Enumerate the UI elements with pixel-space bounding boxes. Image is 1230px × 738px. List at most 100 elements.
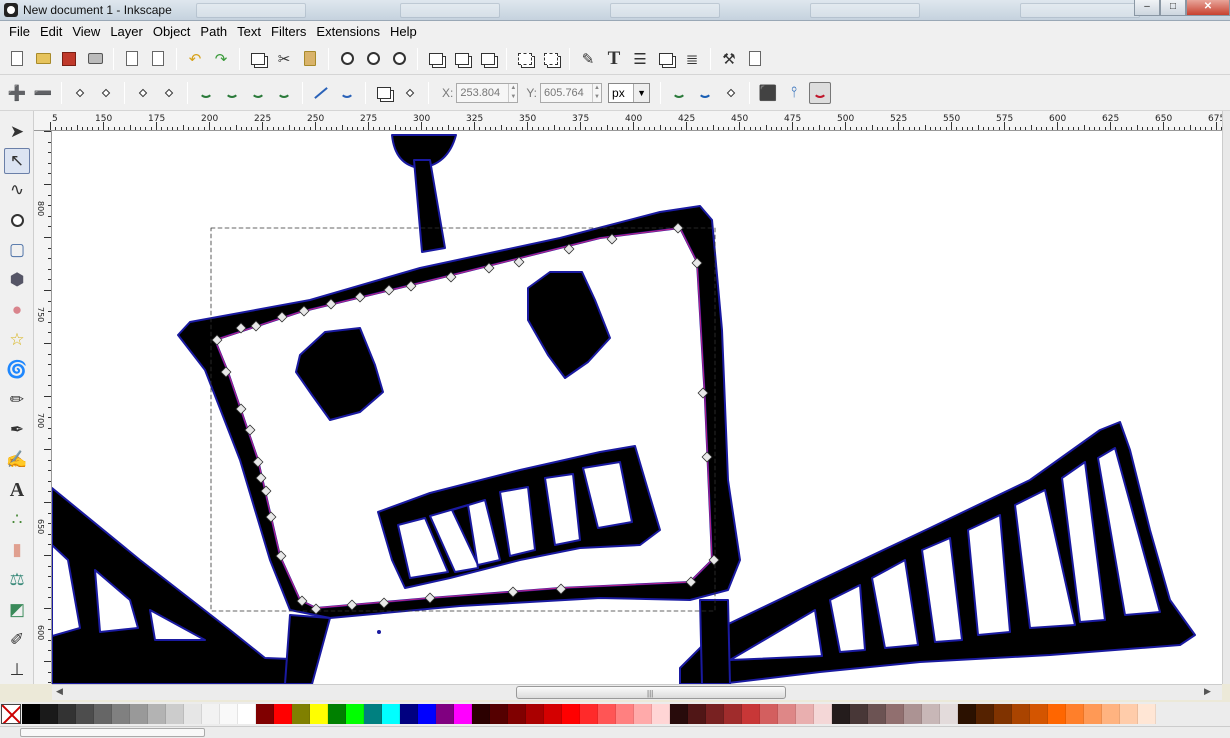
- group-button[interactable]: [514, 48, 536, 70]
- menu-layer[interactable]: Layer: [105, 21, 148, 43]
- palette-swatch[interactable]: [562, 704, 580, 724]
- redo-button[interactable]: ↷: [210, 48, 232, 70]
- open-button[interactable]: [32, 48, 54, 70]
- robot-antenna-stem[interactable]: [413, 159, 446, 253]
- palette-swatch[interactable]: [40, 704, 58, 724]
- break-path-button[interactable]: [95, 82, 117, 104]
- copy-button[interactable]: [247, 48, 269, 70]
- palette-swatch[interactable]: [1012, 704, 1030, 724]
- palette-swatch[interactable]: [670, 704, 688, 724]
- palette-swatch[interactable]: [418, 704, 436, 724]
- palette-swatch[interactable]: [922, 704, 940, 724]
- robot-drawing[interactable]: [52, 131, 1222, 684]
- palette-swatch[interactable]: [112, 704, 130, 724]
- smooth-node-button[interactable]: [221, 82, 243, 104]
- palette-swatch[interactable]: [1030, 704, 1048, 724]
- gradient-tool[interactable]: ◩: [4, 597, 30, 623]
- palette-swatch[interactable]: [472, 704, 490, 724]
- text-font-button[interactable]: T: [603, 48, 625, 70]
- document-properties-button[interactable]: [744, 48, 766, 70]
- menu-text[interactable]: Text: [232, 21, 266, 43]
- menu-filters[interactable]: Filters: [266, 21, 311, 43]
- scroll-right-icon[interactable]: ▶: [1204, 686, 1211, 697]
- palette-swatch[interactable]: [814, 704, 832, 724]
- duplicate-button[interactable]: [425, 48, 447, 70]
- cusp-node-button[interactable]: [195, 82, 217, 104]
- x-coordinate-field[interactable]: 253.804 ▲ ▼: [456, 82, 519, 103]
- maximize-button[interactable]: □: [1160, 0, 1186, 16]
- eraser-tool[interactable]: ▮: [4, 537, 30, 563]
- path-outline-button[interactable]: [668, 82, 690, 104]
- palette-swatch[interactable]: [256, 704, 274, 724]
- segment-to-curve-button[interactable]: [336, 82, 358, 104]
- palette-swatch[interactable]: [1048, 704, 1066, 724]
- palette-swatch[interactable]: [940, 704, 958, 724]
- palette-swatch[interactable]: [868, 704, 886, 724]
- palette-scroll-thumb[interactable]: [20, 728, 205, 737]
- cut-button[interactable]: ✂: [273, 48, 295, 70]
- show-handles-button[interactable]: ⫯: [783, 82, 805, 104]
- palette-swatch[interactable]: [94, 704, 112, 724]
- ungroup-button[interactable]: [540, 48, 562, 70]
- selector-tool[interactable]: ➤: [4, 119, 30, 145]
- robot-head[interactable]: [177, 205, 741, 619]
- palette-swatch[interactable]: [778, 704, 796, 724]
- scroll-left-icon[interactable]: ◀: [56, 686, 63, 697]
- transform-handles-button[interactable]: ⬛: [757, 82, 779, 104]
- palette-scrollbar[interactable]: [0, 726, 1230, 738]
- segment-to-line-button[interactable]: [310, 82, 332, 104]
- palette-swatch[interactable]: [436, 704, 454, 724]
- palette-swatch[interactable]: [706, 704, 724, 724]
- tweak-tool[interactable]: ∿: [4, 177, 30, 203]
- palette-swatch[interactable]: [616, 704, 634, 724]
- palette-swatch[interactable]: [994, 704, 1012, 724]
- calligraphy-tool[interactable]: ✍: [4, 447, 30, 473]
- horizontal-scroll-thumb[interactable]: |||: [516, 686, 786, 699]
- robot-right-eye[interactable]: [527, 271, 611, 379]
- save-button[interactable]: [58, 48, 80, 70]
- connector-tool[interactable]: ⊥: [4, 657, 30, 683]
- palette-swatch[interactable]: [166, 704, 184, 724]
- palette-swatch[interactable]: [130, 704, 148, 724]
- robot-left-eye[interactable]: [295, 327, 384, 421]
- robot-right-arm[interactable]: [679, 421, 1196, 684]
- path-nodes[interactable]: [211, 222, 720, 615]
- preferences-button[interactable]: ⚒: [718, 48, 740, 70]
- stroke-to-path-button[interactable]: [399, 82, 421, 104]
- show-path-outline-button[interactable]: [809, 81, 832, 104]
- palette-swatch[interactable]: [832, 704, 850, 724]
- palette-swatch[interactable]: [220, 704, 238, 724]
- palette-swatch[interactable]: [274, 704, 292, 724]
- menu-file[interactable]: File: [4, 21, 35, 43]
- menu-path[interactable]: Path: [195, 21, 232, 43]
- palette-swatch[interactable]: [1066, 704, 1084, 724]
- palette-swatch[interactable]: [1102, 704, 1120, 724]
- align-distribute-button[interactable]: ≣: [681, 48, 703, 70]
- menu-view[interactable]: View: [67, 21, 105, 43]
- delete-node-button[interactable]: ➖: [32, 82, 54, 104]
- auto-smooth-node-button[interactable]: [273, 82, 295, 104]
- close-button[interactable]: ✕: [1186, 0, 1230, 16]
- symmetric-node-button[interactable]: [247, 82, 269, 104]
- palette-swatch[interactable]: [652, 704, 670, 724]
- export-button[interactable]: [147, 48, 169, 70]
- star-tool[interactable]: ☆: [4, 327, 30, 353]
- menu-extensions[interactable]: Extensions: [311, 21, 385, 43]
- palette-swatch[interactable]: [598, 704, 616, 724]
- palette-swatch[interactable]: [886, 704, 904, 724]
- insert-node-button[interactable]: ➕: [6, 82, 28, 104]
- palette-swatch[interactable]: [202, 704, 220, 724]
- object-to-path-button[interactable]: [373, 82, 395, 104]
- palette-swatch[interactable]: [724, 704, 742, 724]
- unlink-clone-button[interactable]: [477, 48, 499, 70]
- robot-body[interactable]: [284, 614, 331, 684]
- drawing-canvas[interactable]: [52, 131, 1222, 684]
- text-tool[interactable]: A: [4, 477, 30, 503]
- palette-swatch[interactable]: [526, 704, 544, 724]
- palette-swatch[interactable]: [76, 704, 94, 724]
- print-button[interactable]: [84, 48, 106, 70]
- unit-select[interactable]: px ▼: [608, 82, 651, 103]
- clone-button[interactable]: [451, 48, 473, 70]
- zoom-drawing-button[interactable]: [362, 48, 384, 70]
- minimize-button[interactable]: –: [1134, 0, 1160, 16]
